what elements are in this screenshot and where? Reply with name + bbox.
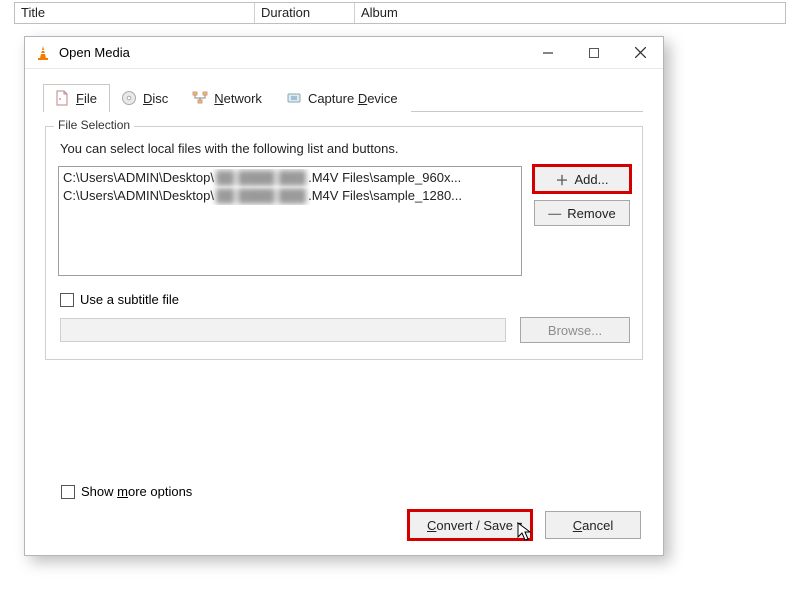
add-button[interactable]: ＋ Add... [534,166,630,192]
column-title[interactable]: Title [15,3,255,23]
plus-icon: ＋ [556,170,569,189]
file-icon [54,90,70,106]
tab-network[interactable]: Network [181,84,275,112]
list-item[interactable]: C:\Users\ADMIN\Desktop\██ ████ ███.M4V F… [63,187,517,205]
file-selection-group: File Selection You can select local file… [45,126,643,360]
open-media-dialog: Open Media File [24,36,664,556]
subtitle-checkbox[interactable] [60,293,74,307]
file-list[interactable]: C:\Users\ADMIN\Desktop\██ ████ ███.M4V F… [58,166,522,276]
dialog-title: Open Media [59,45,525,60]
minimize-button[interactable] [525,37,571,69]
tab-bar: File Disc Network [43,83,643,112]
group-title: File Selection [54,118,134,132]
vlc-cone-icon [35,45,51,61]
titlebar: Open Media [25,37,663,69]
list-item[interactable]: C:\Users\ADMIN\Desktop\██ ████ ███.M4V F… [63,169,517,187]
disc-icon [121,90,137,106]
subtitle-label: Use a subtitle file [80,292,179,307]
more-options-checkbox[interactable] [61,485,75,499]
column-duration[interactable]: Duration [255,3,355,23]
more-options-label: Show more options [81,484,192,499]
tab-capture-device[interactable]: Capture Device [275,84,411,112]
remove-button[interactable]: — Remove [534,200,630,226]
column-album[interactable]: Album [355,3,785,23]
close-button[interactable] [617,37,663,69]
browse-button: Browse... [520,317,630,343]
tab-file[interactable]: File [43,84,110,112]
hint-text: You can select local files with the foll… [60,141,628,156]
convert-save-button[interactable]: Convert / Save ▼ [409,511,531,539]
background-column-headers: Title Duration Album [14,2,786,24]
cancel-button[interactable]: Cancel [545,511,641,539]
subtitle-path-input [60,318,506,342]
chevron-down-icon: ▼ [515,520,524,530]
maximize-button[interactable] [571,37,617,69]
capture-icon [286,90,302,106]
tab-disc[interactable]: Disc [110,84,181,112]
minus-icon: — [548,206,561,221]
network-icon [192,90,208,106]
